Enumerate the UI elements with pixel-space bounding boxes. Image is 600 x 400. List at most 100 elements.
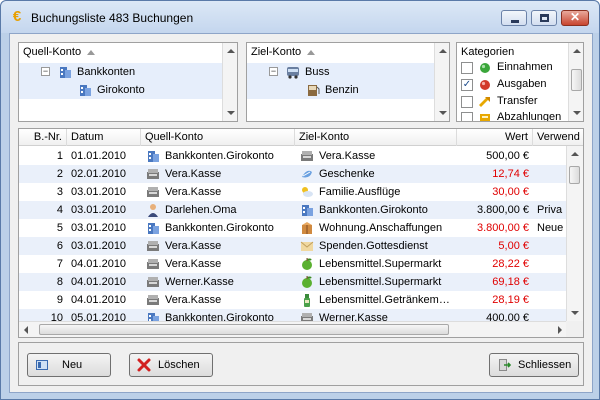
- maximize-button[interactable]: [531, 10, 557, 26]
- new-button[interactable]: Neu: [27, 353, 111, 377]
- apple-icon: [302, 258, 312, 270]
- table-row[interactable]: 9 04.01.2010 Vera.Kasse Lebensmittel.Geträn…: [19, 291, 567, 309]
- cell-value: 28,19 €: [492, 294, 529, 306]
- cell-date: 02.01.2010: [71, 168, 127, 180]
- fuel-icon: [308, 85, 320, 96]
- collapse-icon[interactable]: −: [41, 67, 50, 76]
- tree-node-buss[interactable]: − Buss: [247, 63, 449, 81]
- cell-value: 5,00 €: [498, 240, 529, 252]
- column-header-source[interactable]: Quell-Konto: [141, 129, 295, 146]
- cell-nr: 2: [56, 168, 63, 180]
- transfer-checkbox[interactable]: [461, 96, 473, 108]
- table-row[interactable]: 1 01.01.2010 Bankkonten.Girokonto Vera.Kass…: [19, 147, 567, 165]
- minimize-button[interactable]: [501, 10, 527, 26]
- hscroll-thumb[interactable]: [39, 324, 449, 335]
- source-account-panel: Quell-Konto − Bankkonten Girokonto: [18, 42, 238, 122]
- table-vertical-scrollbar[interactable]: [566, 146, 583, 321]
- categories-header: Kategorien: [461, 46, 515, 58]
- table-row[interactable]: 7 04.01.2010 Vera.Kasse Lebensmittel.Superm…: [19, 255, 567, 273]
- new-button-label: Neu: [62, 359, 83, 371]
- abzahlungen-checkbox[interactable]: [461, 112, 473, 121]
- table-vscroll-track[interactable]: [567, 146, 583, 321]
- category-label: Abzahlungen: [497, 111, 562, 122]
- table-row[interactable]: 8 04.01.2010 Werner.Kasse Lebensmittel.Supe…: [19, 273, 567, 291]
- scroll-down-icon[interactable]: [571, 311, 579, 315]
- column-header-value[interactable]: Wert: [457, 129, 533, 146]
- target-panel-header[interactable]: Ziel-Konto: [251, 46, 316, 58]
- categories-scrollbar[interactable]: [568, 43, 583, 121]
- cell-target-account: Wohnung.Anschaffungen: [319, 222, 443, 234]
- cell-date: 03.01.2010: [71, 222, 127, 234]
- collapse-icon[interactable]: −: [269, 67, 278, 76]
- tree-node-benzin[interactable]: Benzin: [247, 81, 449, 99]
- tree-node-bankkonten[interactable]: − Bankkonten: [19, 63, 237, 81]
- title-bar[interactable]: € Buchungsliste 483 Buchungen ✕: [1, 1, 599, 33]
- target-panel-header-label: Ziel-Konto: [251, 46, 302, 58]
- source-panel-header-label: Quell-Konto: [23, 46, 82, 58]
- cell-nr: 9: [56, 294, 63, 306]
- cell-usage: Priva: [537, 204, 563, 216]
- cashbox-icon: [301, 151, 313, 161]
- cell-target-account: Vera.Kasse: [319, 150, 376, 162]
- source-panel-scrollbar[interactable]: [222, 43, 237, 121]
- cell-nr: 1: [56, 150, 63, 162]
- scroll-up-icon[interactable]: [573, 49, 581, 53]
- scroll-up-icon[interactable]: [227, 49, 235, 53]
- cell-usage: [537, 255, 567, 273]
- einnahmen-checkbox[interactable]: [461, 62, 473, 74]
- source-panel-header[interactable]: Quell-Konto: [23, 46, 96, 58]
- column-header-usage[interactable]: Verwend: [533, 129, 583, 146]
- scroll-up-icon[interactable]: [439, 49, 447, 53]
- scroll-thumb[interactable]: [569, 166, 580, 184]
- table-row[interactable]: 3 03.01.2010 Vera.Kasse Familie.Ausflüge 30,…: [19, 183, 567, 201]
- table-row[interactable]: 4 03.01.2010 Darlehen.Oma Bankkonten.Giroko…: [19, 201, 567, 219]
- table-row[interactable]: 6 03.01.2010 Vera.Kasse Spenden.Gottesdiens…: [19, 237, 567, 255]
- table-horizontal-scrollbar[interactable]: [19, 321, 567, 337]
- column-header-date[interactable]: Datum: [67, 129, 141, 146]
- cell-value: 500,00 €: [486, 150, 529, 162]
- cell-date: 03.01.2010: [71, 186, 127, 198]
- cell-target-account: Spenden.Gottesdienst: [319, 240, 428, 252]
- cell-value: 12,74 €: [492, 168, 529, 180]
- table-row[interactable]: 5 03.01.2010 Bankkonten.Girokonto Wohnung.A…: [19, 219, 567, 237]
- cashbox-icon: [147, 241, 159, 251]
- weather-icon: [302, 187, 313, 197]
- cell-source-account: Vera.Kasse: [165, 294, 222, 306]
- scroll-right-icon[interactable]: [558, 326, 562, 334]
- cell-date: 04.01.2010: [71, 276, 127, 288]
- tree-node-girokonto[interactable]: Girokonto: [19, 81, 237, 99]
- cell-source-account: Vera.Kasse: [165, 240, 222, 252]
- column-header-target[interactable]: Ziel-Konto: [295, 129, 457, 146]
- button-bar: Neu Löschen Schliessen: [18, 342, 584, 386]
- table-row[interactable]: 2 02.01.2010 Vera.Kasse Geschenke 12,74 €: [19, 165, 567, 183]
- cell-date: 03.01.2010: [71, 240, 127, 252]
- scroll-down-icon[interactable]: [227, 111, 235, 115]
- cell-target-account: Familie.Ausflüge: [319, 186, 401, 198]
- close-button-label: Schliessen: [518, 359, 572, 371]
- close-button[interactable]: Schliessen: [489, 353, 579, 377]
- payment-icon: [480, 114, 490, 121]
- column-header-nr[interactable]: B.-Nr.: [19, 129, 67, 146]
- donation-icon: [300, 241, 314, 251]
- scroll-down-icon[interactable]: [439, 111, 447, 115]
- scroll-up-icon[interactable]: [571, 152, 579, 156]
- cell-target-account: Lebensmittel.Supermarkt: [319, 276, 442, 288]
- scroll-left-icon[interactable]: [24, 326, 28, 334]
- target-panel-scrollbar[interactable]: [434, 43, 449, 121]
- bank-icon: [60, 67, 71, 78]
- cell-target-account: Lebensmittel.Getränkem…: [319, 294, 450, 306]
- close-window-button[interactable]: ✕: [561, 10, 589, 26]
- cell-nr: 7: [56, 258, 63, 270]
- delete-button[interactable]: Löschen: [129, 353, 213, 377]
- categories-panel: Kategorien Einnahmen ✓ Ausgaben Transfer…: [456, 42, 584, 122]
- scroll-thumb[interactable]: [571, 69, 582, 91]
- category-label: Transfer: [497, 95, 538, 107]
- booking-table: B.-Nr. Datum Quell-Konto Ziel-Konto Wert…: [18, 128, 584, 338]
- cell-target-account: Lebensmittel.Supermarkt: [319, 258, 442, 270]
- ausgaben-checkbox[interactable]: ✓: [461, 79, 473, 91]
- delete-x-icon: [137, 358, 151, 372]
- scroll-down-icon[interactable]: [573, 111, 581, 115]
- cell-source-account: Vera.Kasse: [165, 168, 222, 180]
- red-dot-icon: [480, 80, 490, 90]
- bank-icon: [302, 205, 313, 216]
